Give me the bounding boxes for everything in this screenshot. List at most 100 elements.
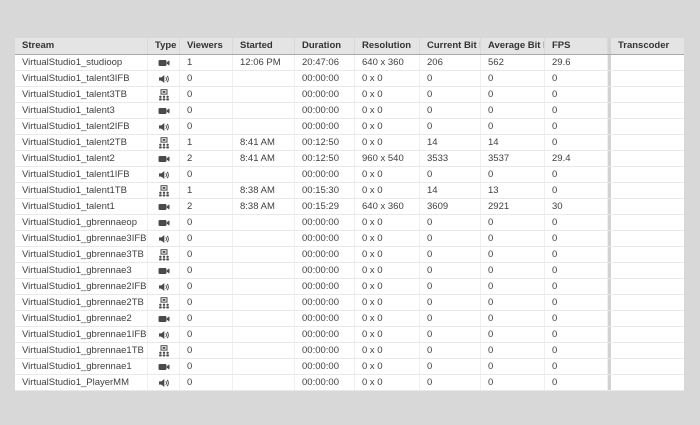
started-cell: 8:41 AM xyxy=(233,151,295,166)
table-row[interactable]: VirtualStudio1_talent3IFB 0 00:00:00 0 x… xyxy=(15,71,684,87)
stream-name-cell: VirtualStudio1_talent2IFB xyxy=(15,119,148,134)
video-camera-icon xyxy=(158,153,170,165)
table-row[interactable]: VirtualStudio1_gbrennae2TB 0 00:00:00 0 … xyxy=(15,295,684,311)
table-row[interactable]: VirtualStudio1_talent3TB 0 00:00:00 0 x … xyxy=(15,87,684,103)
fps-cell: 0 xyxy=(545,247,608,262)
fps-cell: 29.6 xyxy=(545,55,608,70)
table-row[interactable]: VirtualStudio1_talent2 2 8:41 AM 00:12:5… xyxy=(15,151,684,167)
stream-type-cell xyxy=(148,215,180,230)
average-bitrate-cell: 14 xyxy=(481,135,545,150)
duration-cell: 00:00:00 xyxy=(295,263,355,278)
table-row[interactable]: VirtualStudio1_gbrennae3TB 0 00:00:00 0 … xyxy=(15,247,684,263)
current-bitrate-cell: 3609 xyxy=(420,199,481,214)
table-row[interactable]: VirtualStudio1_gbrennaeop 0 00:00:00 0 x… xyxy=(15,215,684,231)
viewers-cell: 1 xyxy=(180,135,233,150)
stream-type-cell xyxy=(148,151,180,166)
column-header-average-bitrate[interactable]: Average Bit Ra... xyxy=(481,38,545,54)
started-cell xyxy=(233,295,295,310)
stream-name-cell: VirtualStudio1_talent3 xyxy=(15,103,148,118)
resolution-cell: 0 x 0 xyxy=(355,215,420,230)
resolution-cell: 0 x 0 xyxy=(355,87,420,102)
fps-cell: 0 xyxy=(545,263,608,278)
table-row[interactable]: VirtualStudio1_talent2TB 1 8:41 AM 00:12… xyxy=(15,135,684,151)
duration-cell: 00:00:00 xyxy=(295,327,355,342)
column-header-fps[interactable]: FPS xyxy=(545,38,608,54)
talkback-icon xyxy=(158,185,170,197)
table-row[interactable]: VirtualStudio1_talent1TB 1 8:38 AM 00:15… xyxy=(15,183,684,199)
transcoder-cell xyxy=(611,359,684,374)
stream-type-cell xyxy=(148,183,180,198)
stream-name-cell: VirtualStudio1_gbrennae3TB xyxy=(15,247,148,262)
average-bitrate-cell: 0 xyxy=(481,375,545,390)
speaker-icon xyxy=(158,233,170,245)
column-header-stream[interactable]: Stream xyxy=(15,38,148,54)
video-camera-icon xyxy=(158,313,170,325)
fps-cell: 0 xyxy=(545,167,608,182)
average-bitrate-cell: 13 xyxy=(481,183,545,198)
transcoder-cell xyxy=(611,55,684,70)
column-header-type[interactable]: Type xyxy=(148,38,180,54)
average-bitrate-cell: 0 xyxy=(481,327,545,342)
table-row[interactable]: VirtualStudio1_gbrennae3IFB 0 00:00:00 0… xyxy=(15,231,684,247)
viewers-cell: 0 xyxy=(180,103,233,118)
column-header-current-bitrate[interactable]: Current Bit Rat... xyxy=(420,38,481,54)
table-row[interactable]: VirtualStudio1_talent1IFB 0 00:00:00 0 x… xyxy=(15,167,684,183)
column-header-viewers[interactable]: Viewers xyxy=(180,38,233,54)
resolution-cell: 0 x 0 xyxy=(355,247,420,262)
column-header-transcoder[interactable]: Transcoder xyxy=(611,38,684,54)
started-cell xyxy=(233,215,295,230)
table-body: VirtualStudio1_studioop 1 12:06 PM 20:47… xyxy=(15,55,684,391)
stream-type-cell xyxy=(148,295,180,310)
current-bitrate-cell: 0 xyxy=(420,279,481,294)
table-row[interactable]: VirtualStudio1_talent3 0 00:00:00 0 x 0 … xyxy=(15,103,684,119)
average-bitrate-cell: 0 xyxy=(481,87,545,102)
current-bitrate-cell: 14 xyxy=(420,135,481,150)
current-bitrate-cell: 0 xyxy=(420,311,481,326)
table-row[interactable]: VirtualStudio1_gbrennae3 0 00:00:00 0 x … xyxy=(15,263,684,279)
table-row[interactable]: VirtualStudio1_talent1 2 8:38 AM 00:15:2… xyxy=(15,199,684,215)
started-cell xyxy=(233,167,295,182)
started-cell: 8:41 AM xyxy=(233,135,295,150)
table-row[interactable]: VirtualStudio1_gbrennae1IFB 0 00:00:00 0… xyxy=(15,327,684,343)
average-bitrate-cell: 562 xyxy=(481,55,545,70)
table-row[interactable]: VirtualStudio1_gbrennae2IFB 0 00:00:00 0… xyxy=(15,279,684,295)
viewers-cell: 0 xyxy=(180,359,233,374)
started-cell xyxy=(233,343,295,358)
talkback-icon xyxy=(158,297,170,309)
streams-table: Stream Type Viewers Started Duration Res… xyxy=(15,38,684,391)
current-bitrate-cell: 14 xyxy=(420,183,481,198)
started-cell xyxy=(233,71,295,86)
current-bitrate-cell: 0 xyxy=(420,343,481,358)
average-bitrate-cell: 2921 xyxy=(481,199,545,214)
table-row[interactable]: VirtualStudio1_gbrennae1 0 00:00:00 0 x … xyxy=(15,359,684,375)
average-bitrate-cell: 0 xyxy=(481,247,545,262)
duration-cell: 00:00:00 xyxy=(295,279,355,294)
duration-cell: 00:00:00 xyxy=(295,103,355,118)
fps-cell: 0 xyxy=(545,279,608,294)
column-header-duration[interactable]: Duration xyxy=(295,38,355,54)
duration-cell: 00:00:00 xyxy=(295,295,355,310)
stream-name-cell: VirtualStudio1_talent3TB xyxy=(15,87,148,102)
table-row[interactable]: VirtualStudio1_studioop 1 12:06 PM 20:47… xyxy=(15,55,684,71)
resolution-cell: 0 x 0 xyxy=(355,295,420,310)
stream-name-cell: VirtualStudio1_gbrennae1 xyxy=(15,359,148,374)
table-row[interactable]: VirtualStudio1_gbrennae1TB 0 00:00:00 0 … xyxy=(15,343,684,359)
transcoder-cell xyxy=(611,167,684,182)
fps-cell: 0 xyxy=(545,359,608,374)
table-row[interactable]: VirtualStudio1_gbrennae2 0 00:00:00 0 x … xyxy=(15,311,684,327)
talkback-icon xyxy=(158,249,170,261)
viewers-cell: 0 xyxy=(180,279,233,294)
column-header-resolution[interactable]: Resolution xyxy=(355,38,420,54)
table-row[interactable]: VirtualStudio1_talent2IFB 0 00:00:00 0 x… xyxy=(15,119,684,135)
viewers-cell: 0 xyxy=(180,215,233,230)
average-bitrate-cell: 0 xyxy=(481,71,545,86)
column-header-started[interactable]: Started xyxy=(233,38,295,54)
speaker-icon xyxy=(158,329,170,341)
stream-name-cell: VirtualStudio1_gbrennaeop xyxy=(15,215,148,230)
table-row[interactable]: VirtualStudio1_PlayerMM 0 00:00:00 0 x 0… xyxy=(15,375,684,391)
viewers-cell: 0 xyxy=(180,295,233,310)
transcoder-cell xyxy=(611,231,684,246)
resolution-cell: 0 x 0 xyxy=(355,375,420,390)
viewers-cell: 0 xyxy=(180,87,233,102)
transcoder-cell xyxy=(611,215,684,230)
